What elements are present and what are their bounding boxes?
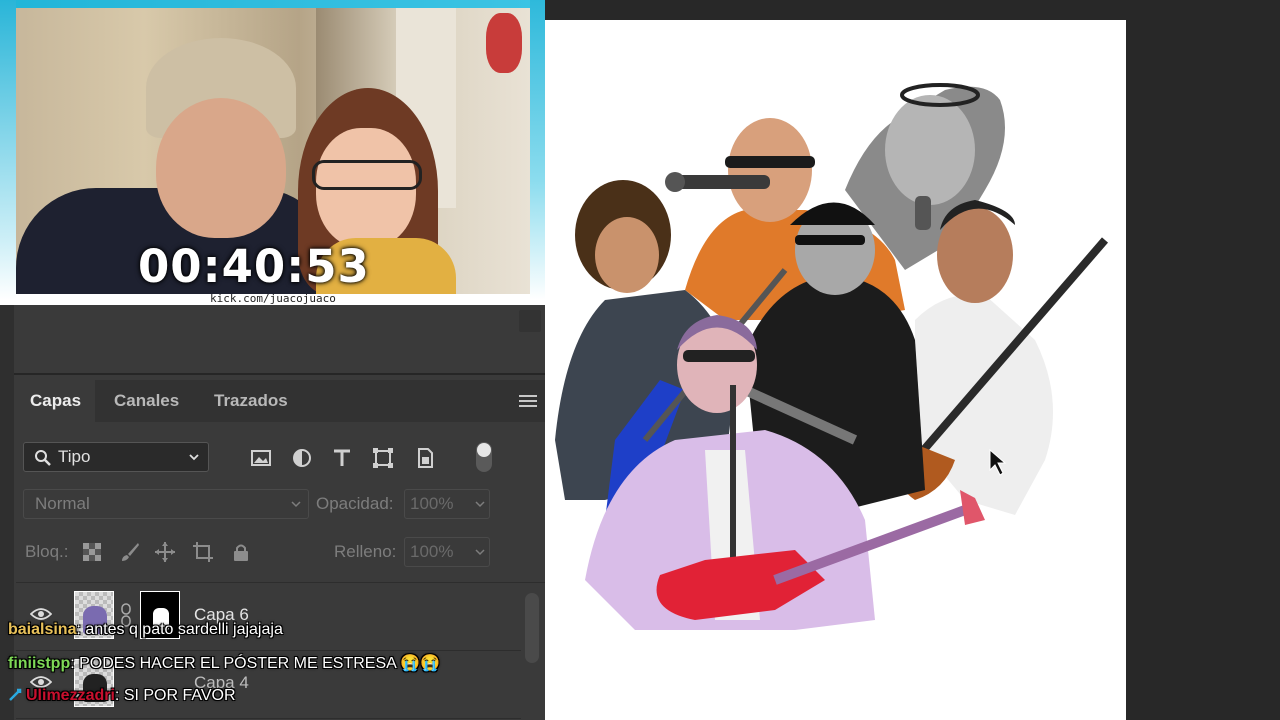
filter-type-select[interactable]: Tipo [23,442,209,472]
image-filter-icon[interactable] [249,446,273,470]
lock-all-icon[interactable] [230,541,252,563]
chevron-down-icon [475,501,485,508]
stream-timer: 00:40:53 [138,240,370,293]
document-canvas[interactable] [545,20,1126,720]
chevron-down-icon [291,501,301,508]
chevron-down-icon [475,549,485,556]
fill-value: 100% [410,542,454,561]
panel-tabs: Capas Canales Trazados [16,380,545,422]
fill-field[interactable]: 100% [404,537,490,567]
poster-collage [555,83,1109,630]
blend-row: Normal Opacidad: 100% [16,483,545,525]
webcam-frame-left [0,0,16,300]
upper-panel [14,300,545,375]
layers-scrollbar[interactable] [525,593,539,663]
adjustment-filter-icon[interactable] [290,446,314,470]
chat-message: finiistpp: PODES HACER EL PÓSTER ME ESTR… [8,653,440,673]
panel-menu-icon[interactable] [519,395,537,408]
opacity-field[interactable]: 100% [404,489,490,519]
chat-message: baialsina: antes q pato sardelli jajajaj… [8,621,283,639]
smart-object-filter-icon[interactable] [413,446,437,470]
shape-filter-icon[interactable] [371,446,395,470]
chat-text: PODES HACER EL PÓSTER ME ESTRESA 😭😭 [79,655,441,672]
chat-username: finiistpp [8,655,71,672]
chat-colon: : [70,655,80,672]
lock-transparency-icon[interactable] [81,541,103,563]
webcam-overlay: 00:40:53 kick.com/juacojuaco [0,0,545,305]
tab-canales[interactable]: Canales [100,380,193,422]
blend-mode-label: Normal [35,494,90,513]
blend-mode-select[interactable]: Normal [23,489,309,519]
chat-text: antes q pato sardelli jajajaja [85,621,283,638]
tab-trazados[interactable]: Trazados [200,380,302,422]
chat-username: Ulimezzadri [26,687,115,704]
lock-row: Bloq.: Relleno: 100% [16,532,545,574]
channel-url: kick.com/juacojuaco [210,292,336,305]
chat-colon: : [114,687,124,704]
filter-type-label: Tipo [58,447,91,466]
lock-move-icon[interactable] [154,541,176,563]
workspace-right [1126,0,1280,720]
lock-artboard-icon[interactable] [192,541,214,563]
search-icon [35,450,51,466]
verified-badge-icon [9,688,22,701]
fill-label: Relleno: [334,542,397,561]
screen: Capas Canales Trazados Tipo Normal Opaci [0,0,1280,720]
panel-collapse-button[interactable] [519,310,541,332]
type-filter-icon[interactable] [330,446,354,470]
chevron-down-icon [189,454,199,461]
workspace-top [545,0,1126,20]
lock-brush-icon[interactable] [119,541,141,563]
opacity-value: 100% [410,494,454,513]
tab-capas[interactable]: Capas [16,380,96,422]
layer-row[interactable]: Capa 6 [16,583,521,651]
eye-icon[interactable] [30,607,52,621]
opacity-label: Opacidad: [316,494,394,513]
webcam-frame-right [530,0,545,300]
chat-text: SI POR FAVOR [123,687,236,704]
filter-toggle-switch[interactable] [476,442,492,472]
chat-username: baialsina [8,621,77,638]
lock-label: Bloq.: [25,542,69,561]
layer-filter-row: Tipo [16,422,545,474]
chat-message: Ulimezzadri: SI POR FAVOR [8,687,236,705]
